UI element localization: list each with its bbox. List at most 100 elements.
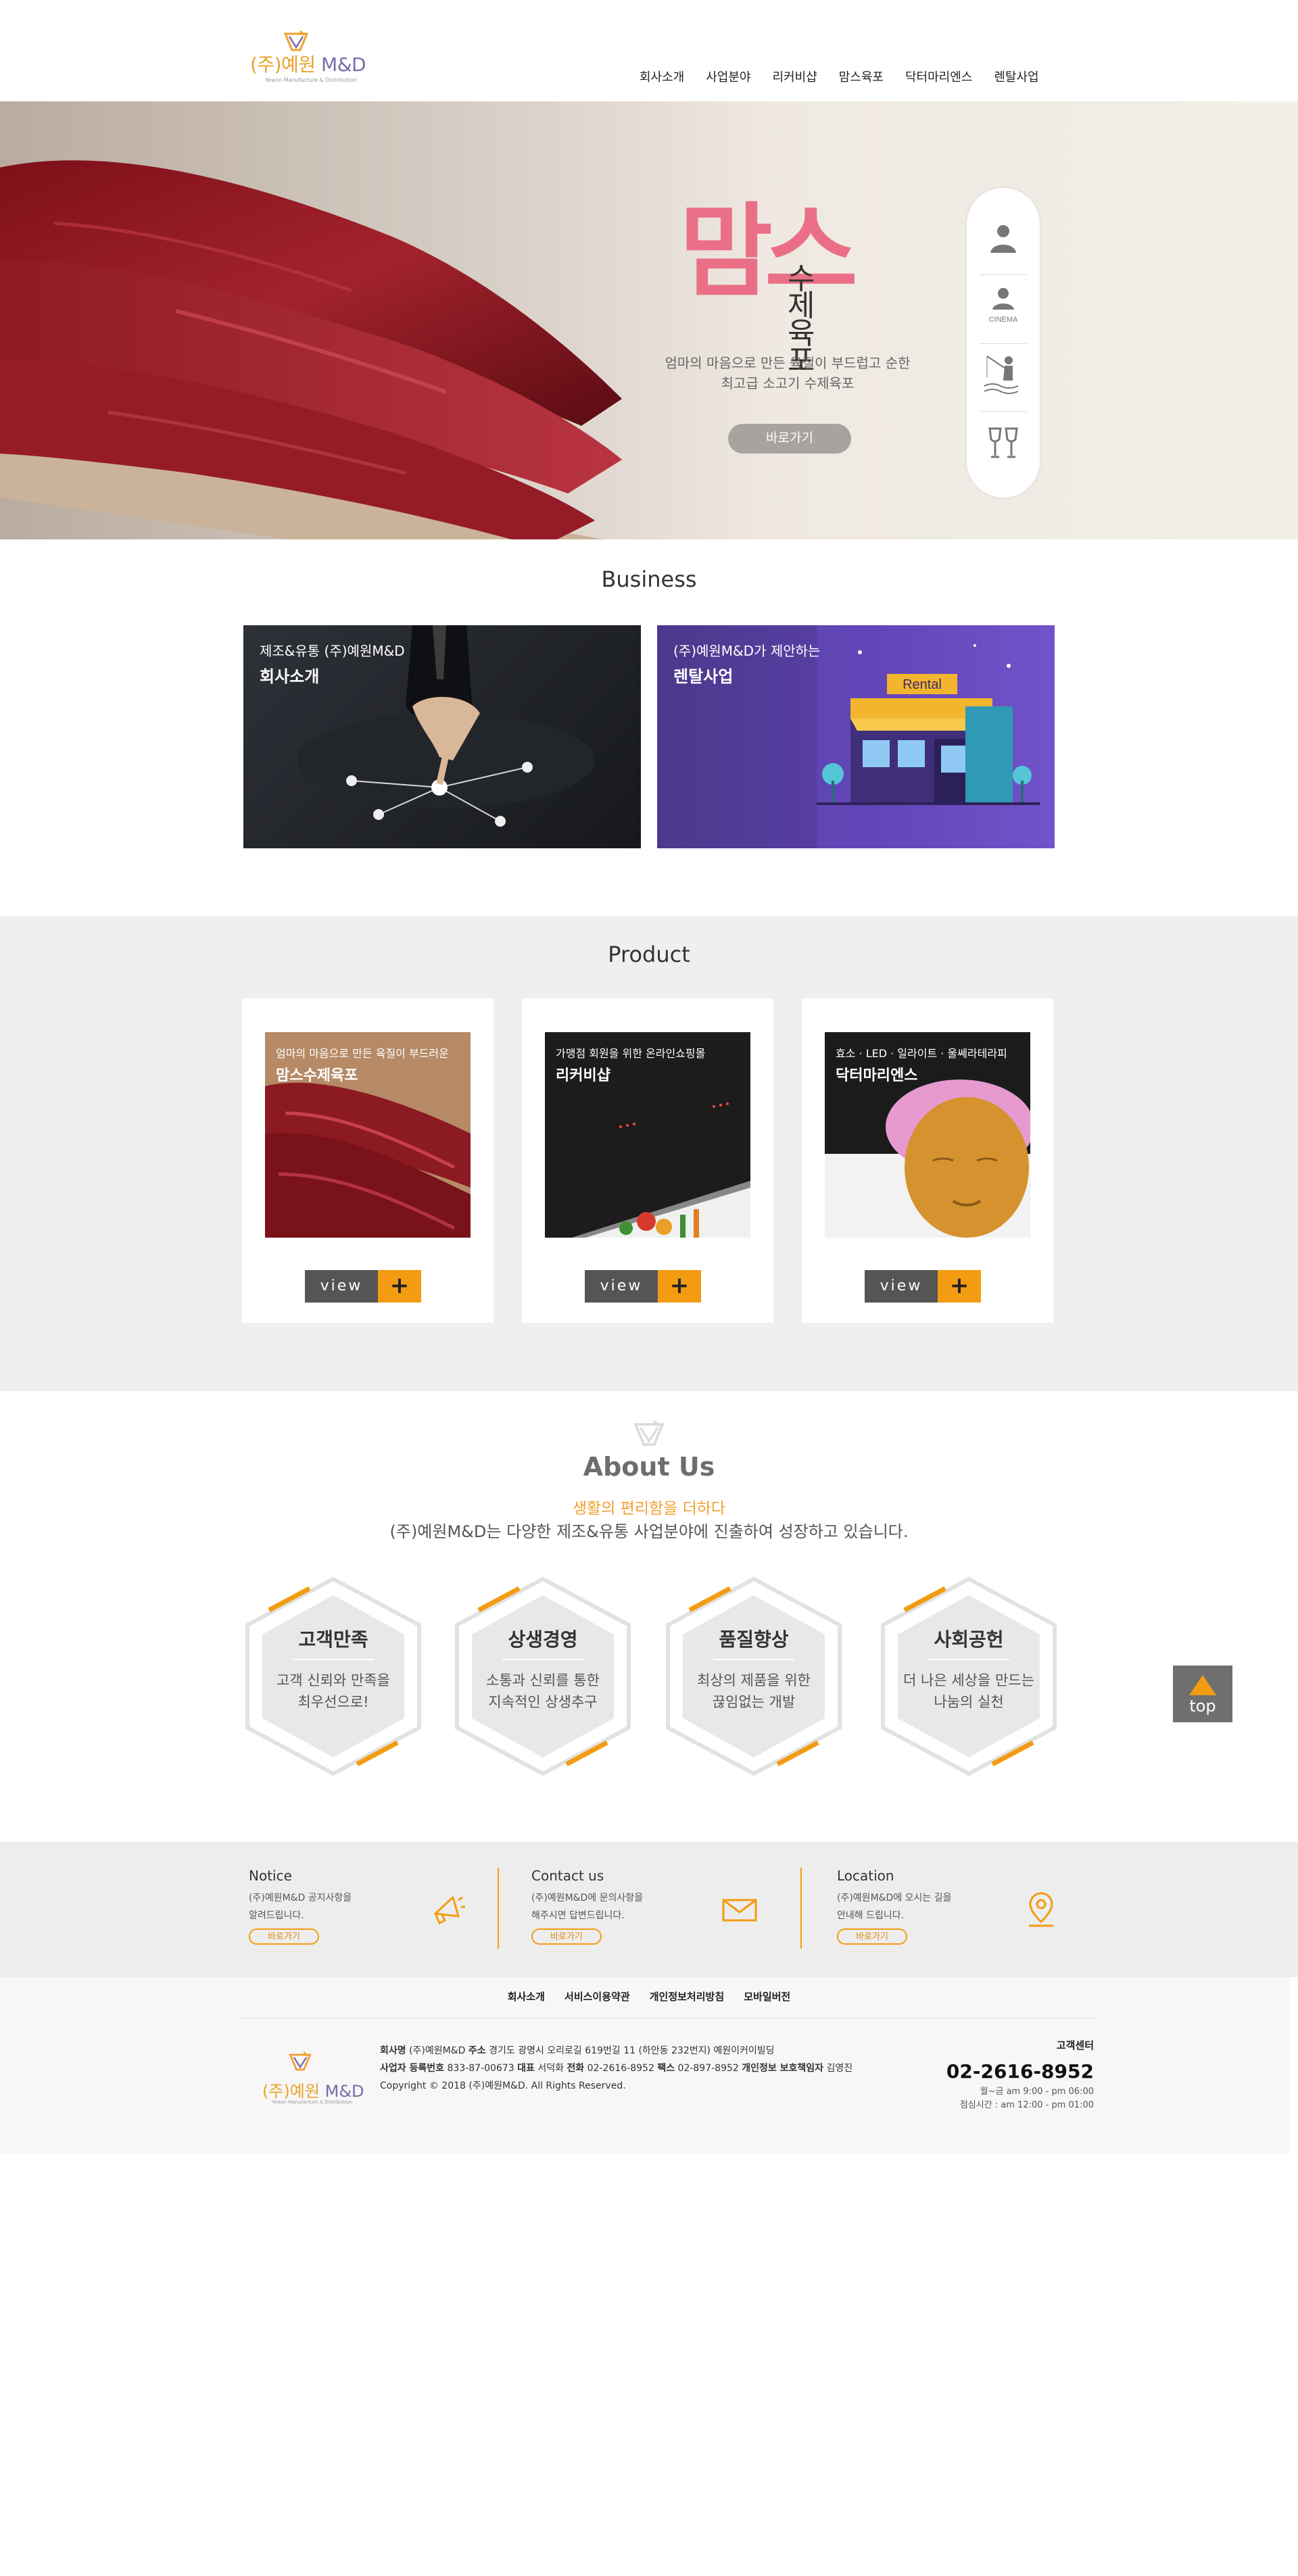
product-jerky-image[interactable]: 엄마의 마음으로 만든 육질이 부드러운 맘스수제육포 [265, 1032, 471, 1238]
quick-item-wine[interactable] [980, 411, 1027, 472]
nav-item-rental[interactable]: 렌탈사업 [983, 68, 1049, 85]
quick-item-fishing[interactable] [980, 343, 1027, 404]
info-notice-title: Notice [249, 1868, 292, 1884]
cs-phone-number[interactable]: 02-2616-8952 [946, 2060, 1094, 2083]
cs-label: 고객센터 [1056, 2039, 1094, 2051]
footer-logo-name-ko: (주)예원 [262, 2082, 320, 2101]
about-description: (주)예원M&D는 다양한 제조&유통 사업분야에 진출하여 성장하고 있습니다… [389, 1522, 909, 1541]
hero-banner: 맘스 수제육포 엄마의 마음으로 만든 육질이 부드럽고 순한 최고급 소고기 … [0, 101, 1298, 539]
cinema-icon: CINEMA [989, 287, 1018, 324]
footer-link-terms[interactable]: 서비스이용약관 [556, 1989, 638, 2003]
info-contact-line1: (주)예원M&D에 문의사항을 [531, 1893, 644, 1903]
about-logo-mark-icon [633, 1419, 665, 1447]
person-icon [990, 225, 1016, 253]
product-liquor-big: 리커비샵 [556, 1067, 610, 1084]
plus-icon: + [658, 1270, 701, 1303]
footer-link-company[interactable]: 회사소개 [500, 1989, 553, 2003]
nav-item-dr-mariens[interactable]: 닥터마리엔스 [894, 68, 983, 85]
cinema-label: CINEMA [989, 316, 1018, 324]
hero-desc-line2: 최고급 소고기 수제육포 [721, 375, 855, 391]
product-jerky-big: 맘스수제육포 [276, 1067, 358, 1084]
nav-item-jerky[interactable]: 맘스육포 [828, 68, 894, 85]
view-label: view [865, 1270, 938, 1303]
info-divider [800, 1868, 802, 1949]
business-title: Business [601, 566, 697, 592]
footer-link-mobile[interactable]: 모바일버전 [736, 1989, 798, 2003]
megaphone-icon [434, 1896, 465, 1925]
view-label: view [585, 1270, 658, 1303]
info-contact-line2: 해주시면 답변드립니다. [531, 1910, 625, 1921]
footer-link-privacy[interactable]: 개인정보처리방침 [642, 1989, 732, 2003]
nav-item-company[interactable]: 회사소개 [629, 68, 695, 85]
product-liquor-small: 가맹점 회원을 위한 온라인쇼핑몰 [556, 1047, 706, 1060]
value-coexistence: 상생경영 소통과 신뢰를 통한 지속적인 상생추구 [452, 1575, 634, 1778]
quick-item-cinema[interactable]: CINEMA [980, 274, 1027, 335]
mail-icon [722, 1899, 757, 1922]
arrow-up-icon [1189, 1675, 1216, 1695]
scroll-top-label: top [1189, 1697, 1216, 1716]
product-mariens-image[interactable]: 효소 · LED · 일라이트 · 울쎄라테라피 닥터마리엔스 [825, 1032, 1030, 1238]
info-notice-button[interactable]: 바로가기 [249, 1928, 319, 1945]
hero-description: 엄마의 마음으로 만든 육질이 부드럽고 순한 최고급 소고기 수제육포 [629, 353, 946, 393]
wine-glass-icon [988, 427, 1018, 458]
value-desc-line1: 더 나은 세상을 만드는 [903, 1672, 1034, 1688]
ceo-value: 서덕화 [537, 2063, 564, 2074]
info-notice-desc: (주)예원M&D 공지사항을 알려드립니다. [249, 1889, 384, 1924]
business-card-company[interactable]: 제조&유통 (주)예원M&D 회사소개 [243, 625, 641, 848]
value-desc-line1: 최상의 제품을 위한 [697, 1672, 811, 1688]
cs-hours-lunch: 점심시간 : am 12:00 - pm 01:00 [959, 2100, 1094, 2110]
fishing-icon [984, 355, 1019, 394]
nav-item-liquor-shop[interactable]: 리커비샵 [762, 68, 828, 85]
footer-company-info: 회사명 (주)예원M&D 주소 경기도 광명시 오리로길 619번길 11 (하… [380, 2042, 852, 2095]
main-nav: 회사소개 사업분야 리커비샵 맘스육포 닥터마리엔스 렌탈사업 [629, 68, 1050, 85]
business-rental-big: 렌탈사업 [673, 667, 734, 686]
product-card-liquor-shop: 가맹점 회원을 위한 온라인쇼핑몰 리커비샵 view + [522, 998, 773, 1323]
bizno-value: 833-87-00673 [447, 2063, 514, 2074]
nav-item-business[interactable]: 사업분야 [695, 68, 761, 85]
product-card-dr-mariens: 효소 · LED · 일라이트 · 울쎄라테라피 닥터마리엔스 view + [802, 998, 1053, 1323]
info-location-line2: 안내해 드립니다. [837, 1910, 905, 1921]
value-title: 고객만족 [298, 1628, 368, 1651]
site-header: (주)예원 M&D Yewon Manufacture & Distributi… [0, 0, 1298, 101]
location-pin-icon [1029, 1892, 1053, 1927]
product-title: Product [608, 942, 690, 967]
value-desc: 더 나은 세상을 만드는 나눔의 실천 [898, 1670, 1040, 1713]
value-quality: 품질향상 최상의 제품을 위한 끊임없는 개발 [663, 1575, 845, 1778]
info-location-title: Location [837, 1868, 894, 1884]
company-value: (주)예원M&D [409, 2045, 466, 2056]
value-desc-line2: 지속적인 상생추구 [488, 1694, 598, 1710]
quick-item-person[interactable] [980, 208, 1027, 269]
ceo-label: 대표 [517, 2063, 535, 2074]
cs-hours: 월~금 am 9:00 - pm 06:00 점심시간 : am 12:00 -… [946, 2085, 1094, 2112]
info-contact-title: Contact us [531, 1868, 604, 1884]
product-liquor-image[interactable]: 가맹점 회원을 위한 온라인쇼핑몰 리커비샵 [545, 1032, 750, 1238]
fax-value: 02-897-8952 [677, 2063, 739, 2074]
address-value: 경기도 광명시 오리로길 619번길 11 (하안동 232번지) 예원이커이빌… [489, 2045, 775, 2056]
value-desc-line1: 소통과 신뢰를 통한 [486, 1672, 600, 1688]
info-location-desc: (주)예원M&D에 오시는 길을 안내해 드립니다. [837, 1889, 972, 1924]
info-contact-button[interactable]: 바로가기 [531, 1928, 602, 1945]
product-liquor-view-button[interactable]: view + [585, 1270, 701, 1303]
value-title: 품질향상 [719, 1628, 789, 1651]
bizno-label: 사업자 등록번호 [380, 2063, 445, 2074]
footer-logo[interactable]: (주)예원 M&D Yewon Manufacture & Distributi… [262, 2048, 364, 2105]
site-logo[interactable]: (주)예원 M&D Yewon Manufacture & Distributi… [250, 30, 366, 91]
scroll-top-button[interactable]: top [1173, 1666, 1232, 1722]
logo-name-ko: (주)예원 [250, 53, 316, 76]
business-card-rental[interactable]: Rental (주)예원M&D가 제안하는 렌탈사업 [657, 625, 1055, 848]
value-desc: 고객 신뢰와 만족을 최우선으로! [262, 1670, 404, 1713]
product-jerky-view-button[interactable]: view + [305, 1270, 421, 1303]
privacy-officer-label: 개인정보 보호책임자 [742, 2063, 824, 2074]
info-location-button[interactable]: 바로가기 [837, 1928, 907, 1945]
footer-logo-name-en: M&D [324, 2082, 364, 2101]
value-desc-line2: 나눔의 실천 [934, 1694, 1004, 1710]
value-divider [713, 1659, 794, 1660]
hero-go-button[interactable]: 바로가기 [728, 424, 851, 454]
info-notice-line1: (주)예원M&D 공지사항을 [249, 1893, 352, 1903]
rental-sign-text: Rental [903, 677, 942, 692]
product-jerky-small: 엄마의 마음으로 만든 육질이 부드러운 [276, 1047, 449, 1060]
beef-jerky-image [0, 160, 622, 539]
value-desc-line2: 끊임없는 개발 [712, 1694, 796, 1710]
product-mariens-view-button[interactable]: view + [865, 1270, 981, 1303]
tel-label: 전화 [567, 2063, 585, 2074]
